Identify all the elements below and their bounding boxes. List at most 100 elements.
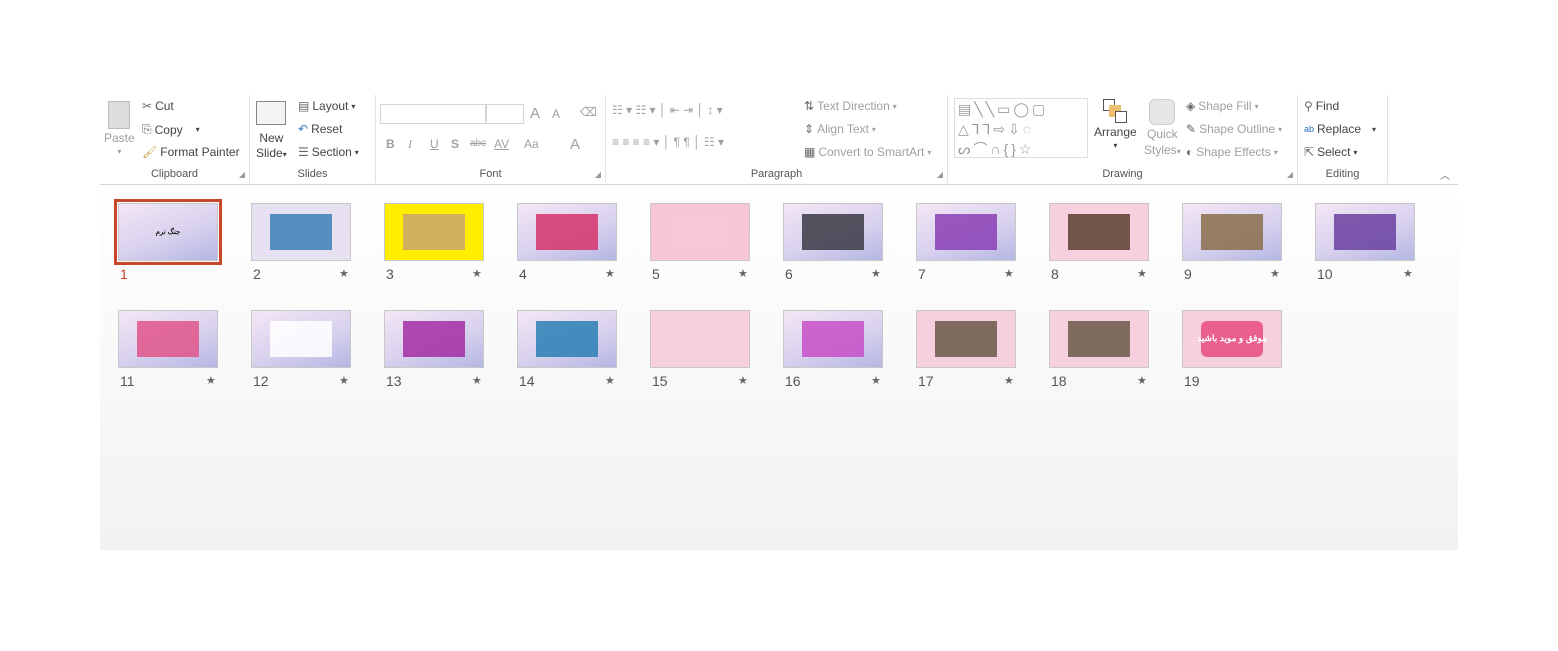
grow-font-button[interactable]: A — [530, 105, 540, 122]
transition-star-icon[interactable]: ★ — [339, 374, 349, 387]
transition-star-icon[interactable]: ★ — [871, 374, 881, 387]
transition-star-icon[interactable]: ★ — [1004, 374, 1014, 387]
slide-content-block — [934, 214, 998, 250]
transition-star-icon[interactable]: ★ — [738, 374, 748, 387]
reset-label: Reset — [311, 122, 343, 136]
shape-fill-button[interactable]: ◈ Shape Fill ▾ — [1186, 99, 1259, 113]
layout-button[interactable]: ▤ Layout ▾ — [298, 99, 355, 113]
replace-button[interactable]: ab Replace ▾ — [1304, 122, 1376, 136]
transition-star-icon[interactable]: ★ — [1137, 267, 1147, 280]
format-painter-button[interactable]: 🖌 Format Painter — [142, 145, 240, 159]
slide-thumbnail-6[interactable] — [783, 203, 883, 261]
slide-number: 6 — [785, 266, 793, 282]
align-icons[interactable]: ≡ ≡ ≡ ≡ ▾ │ ¶ ¶ │ ☷ ▾ — [612, 135, 724, 149]
slide-thumbnail-16[interactable] — [783, 310, 883, 368]
font-size-combo[interactable] — [486, 104, 524, 124]
transition-star-icon[interactable]: ★ — [206, 374, 216, 387]
slide-number: 18 — [1051, 373, 1067, 389]
slide-thumbnail-8[interactable] — [1049, 203, 1149, 261]
binoculars-icon: ⚲ — [1304, 99, 1313, 113]
shrink-font-button[interactable]: A — [552, 107, 560, 121]
dialog-launcher-icon[interactable]: ◢ — [937, 170, 943, 179]
cut-button[interactable]: ✂ Cut — [142, 99, 174, 113]
quick-styles-label: Quick — [1147, 127, 1178, 141]
slide-title: جنگ نرم — [155, 229, 181, 236]
strikethrough-button[interactable]: abc — [470, 138, 486, 149]
reset-button[interactable]: ↶ Reset — [298, 122, 342, 136]
clear-formatting-icon[interactable]: ⌫ — [580, 105, 597, 119]
slide-thumbnail-7[interactable] — [916, 203, 1016, 261]
find-button[interactable]: ⚲ Find — [1304, 99, 1339, 113]
shapes-gallery[interactable]: ▤╲╲▭◯▢ △⅂⅂⇨⇩◌ ᔕ⌒∩{}☆ — [954, 98, 1088, 158]
paintbrush-icon: 🖌 — [142, 145, 158, 159]
dialog-launcher-icon[interactable]: ◢ — [1287, 170, 1293, 179]
slide-thumbnail-1[interactable]: جنگ نرم — [114, 199, 222, 265]
slide-number: 15 — [652, 373, 668, 389]
slide-thumbnail-9[interactable] — [1182, 203, 1282, 261]
bold-button[interactable]: B — [386, 137, 395, 151]
transition-star-icon[interactable]: ★ — [1270, 267, 1280, 280]
character-spacing-button[interactable]: AV — [494, 137, 509, 151]
underline-button[interactable]: U — [430, 137, 439, 151]
slide-thumbnail-2[interactable] — [251, 203, 351, 261]
collapse-ribbon-icon[interactable]: ︿ — [1440, 167, 1450, 182]
change-case-button[interactable]: Aa — [524, 137, 539, 151]
transition-star-icon[interactable]: ★ — [1137, 374, 1147, 387]
bullets-icon[interactable]: ☷ ▾ ☷ ▾ │ ⇤ ⇥ │ ↕ ▾ — [612, 103, 723, 117]
italic-button[interactable]: I — [408, 137, 412, 152]
slides-group: New Slide▾ ▤ Layout ▾ ↶ Reset ☰ Section ▾ Sli… — [250, 95, 376, 183]
convert-smartart-label: Convert to SmartArt — [818, 145, 925, 159]
smartart-icon: ▦ — [804, 145, 816, 159]
font-name-combo[interactable] — [380, 104, 486, 124]
new-slide-button[interactable]: New Slide▾ — [256, 101, 287, 162]
slide-content-block — [402, 321, 466, 357]
slide-thumbnail-10[interactable] — [1315, 203, 1415, 261]
dialog-launcher-icon[interactable]: ◢ — [595, 170, 601, 179]
transition-star-icon[interactable]: ★ — [1004, 267, 1014, 280]
transition-star-icon[interactable]: ★ — [1403, 267, 1413, 280]
transition-star-icon[interactable]: ★ — [605, 267, 615, 280]
slide-thumbnail-4[interactable] — [517, 203, 617, 261]
slide-thumbnail-3[interactable] — [384, 203, 484, 261]
transition-star-icon[interactable]: ★ — [472, 267, 482, 280]
slide-thumbnail-11[interactable] — [118, 310, 218, 368]
dialog-launcher-icon[interactable]: ◢ — [239, 170, 245, 179]
slide-thumbnail-12[interactable] — [251, 310, 351, 368]
slide-thumbnail-19[interactable]: موفق و موید باشید — [1182, 310, 1282, 368]
text-direction-icon: ⇅ — [804, 99, 815, 113]
slide-thumbnail-15[interactable] — [650, 310, 750, 368]
transition-star-icon[interactable]: ★ — [472, 374, 482, 387]
slide-thumbnail-14[interactable] — [517, 310, 617, 368]
transition-star-icon[interactable]: ★ — [738, 267, 748, 280]
font-group: A A ⌫ B I U S abc AV Aa A Font ◢ — [376, 95, 606, 183]
copy-button[interactable]: ⎘ Copy ▾ — [142, 122, 200, 137]
select-button[interactable]: ⇱ Select ▾ — [1304, 145, 1357, 159]
replace-icon: ab — [1304, 124, 1315, 134]
text-direction-button[interactable]: ⇅ Text Direction ▾ — [804, 99, 897, 113]
reset-icon: ↶ — [298, 122, 309, 136]
transition-star-icon[interactable]: ★ — [605, 374, 615, 387]
slide-number: 9 — [1184, 266, 1192, 282]
transition-star-icon[interactable]: ★ — [871, 267, 881, 280]
slide-number: 13 — [386, 373, 402, 389]
slide-content-block — [535, 214, 599, 250]
slide-thumbnail-5[interactable] — [650, 203, 750, 261]
slide-thumbnail-17[interactable] — [916, 310, 1016, 368]
convert-smartart-button[interactable]: ▦ Convert to SmartArt ▾ — [804, 145, 931, 159]
align-text-button[interactable]: ⇕ Align Text ▾ — [804, 122, 876, 136]
shape-effects-button[interactable]: ◐ Shape Effects ▾ — [1186, 145, 1278, 159]
format-painter-label: Format Painter — [160, 145, 240, 159]
shadow-button[interactable]: S — [451, 137, 459, 151]
slide-number: 16 — [785, 373, 801, 389]
quick-styles-button[interactable]: Quick Styles▾ — [1144, 99, 1181, 157]
font-color-button[interactable]: A — [570, 136, 580, 153]
shape-outline-button[interactable]: ✎ Shape Outline ▾ — [1186, 122, 1282, 136]
transition-star-icon[interactable]: ★ — [339, 267, 349, 280]
arrange-button[interactable]: Arrange ▾ — [1094, 99, 1137, 150]
slide-thumbnail-18[interactable] — [1049, 310, 1149, 368]
paste-button[interactable]: Paste ▾ — [104, 101, 135, 156]
section-button[interactable]: ☰ Section ▾ — [298, 145, 359, 159]
slide-content-block — [934, 321, 998, 357]
drawing-group-label: Drawing — [1102, 168, 1143, 180]
slide-thumbnail-13[interactable] — [384, 310, 484, 368]
